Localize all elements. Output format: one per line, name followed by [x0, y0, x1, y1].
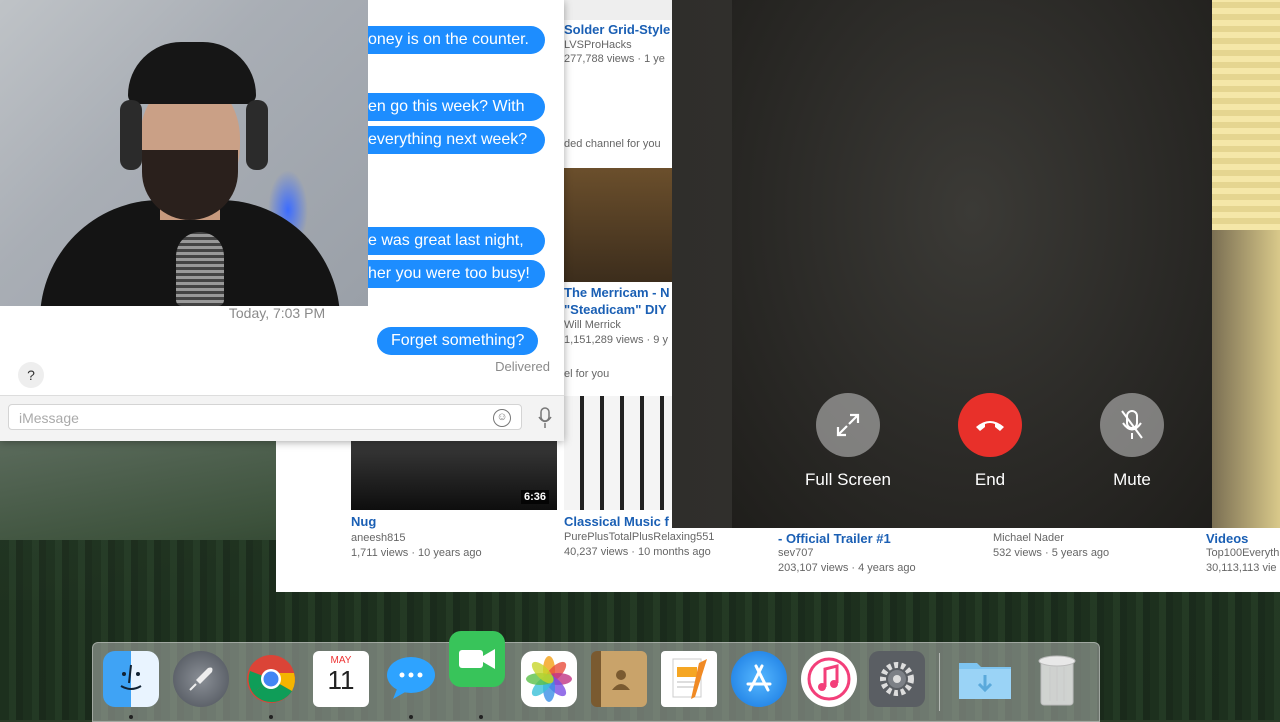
- headphone-left: [120, 100, 142, 170]
- end-call-button[interactable]: [958, 393, 1022, 457]
- mute-label: Mute: [1113, 470, 1151, 489]
- message-bubble: oney is on the counter.: [368, 26, 545, 54]
- video-card[interactable]: 6:36 Nug aneesh815 1,711 views · 10 year…: [351, 440, 557, 565]
- contacts-icon[interactable]: [591, 651, 647, 707]
- fullscreen-button[interactable]: [816, 393, 880, 457]
- microphone-icon[interactable]: [538, 407, 552, 429]
- video-thumbnail[interactable]: [564, 396, 674, 510]
- system-preferences-icon[interactable]: [869, 651, 925, 707]
- dock-divider: [939, 653, 940, 711]
- help-button[interactable]: ?: [18, 362, 44, 388]
- fullscreen-control[interactable]: Full Screen: [793, 393, 903, 490]
- phone-hangup-icon: [976, 421, 1004, 431]
- video-card[interactable]: The Merricam - N "Steadicam" DIY Will Me…: [564, 168, 684, 388]
- chrome-icon[interactable]: [243, 651, 299, 707]
- video-channel[interactable]: Top100Everyth: [1206, 546, 1279, 561]
- recommendation-text: ded channel for you: [564, 138, 661, 150]
- video-title[interactable]: Classical Music f: [564, 514, 669, 529]
- trash-icon[interactable]: [1029, 651, 1085, 707]
- video-meta: 1,711 views · 10 years ago: [351, 547, 482, 559]
- facetime-icon[interactable]: [449, 631, 505, 687]
- headphone-right: [246, 100, 268, 170]
- emoji-icon[interactable]: ☺: [493, 409, 511, 427]
- message-bubble: e was great last night,: [368, 227, 545, 255]
- facetime-window: Full Screen End Mute: [672, 0, 1280, 528]
- person-cap: [128, 42, 256, 104]
- video-meta: 203,107 views · 4 years ago: [778, 562, 916, 574]
- video-meta: 40,237 views · 10 months ago: [564, 546, 711, 558]
- video-channel[interactable]: sev707: [778, 546, 813, 561]
- message-bubble: en go this week? With: [368, 93, 545, 121]
- calendar-icon[interactable]: MAY 11: [313, 651, 369, 707]
- downloads-folder-icon[interactable]: [957, 651, 1013, 707]
- video-title-line2[interactable]: "Steadicam" DIY: [564, 302, 667, 317]
- running-indicator: [269, 715, 273, 719]
- finder-icon[interactable]: [103, 651, 159, 707]
- message-bubble: everything next week?: [368, 126, 545, 154]
- video-title[interactable]: - Official Trailer #1: [778, 531, 891, 546]
- video-thumbnail[interactable]: [564, 168, 674, 282]
- end-call-control[interactable]: End: [935, 393, 1045, 490]
- video-card[interactable]: - Official Trailer #1 sev707 203,107 vie…: [778, 530, 978, 580]
- expand-icon: [836, 413, 860, 437]
- itunes-icon[interactable]: [801, 651, 857, 707]
- video-thumbnail[interactable]: 6:36: [351, 440, 557, 510]
- mute-button[interactable]: [1100, 393, 1164, 457]
- video-channel[interactable]: Michael Nader: [993, 531, 1064, 546]
- video-title[interactable]: The Merricam - N: [564, 285, 669, 300]
- video-title[interactable]: Nug: [351, 514, 376, 529]
- video-meta: 532 views · 5 years ago: [993, 547, 1110, 559]
- video-card[interactable]: Videos Top100Everyth 30,113,113 vie: [1206, 530, 1280, 580]
- launchpad-icon[interactable]: [173, 651, 229, 707]
- running-indicator: [409, 715, 413, 719]
- dock: MAY 11: [92, 631, 1100, 722]
- video-title[interactable]: Solder Grid-Style: [564, 22, 670, 37]
- video-title[interactable]: Videos: [1206, 531, 1248, 546]
- studio-microphone: [176, 232, 224, 306]
- app-store-icon[interactable]: [731, 651, 787, 707]
- video-duration: 6:36: [520, 490, 549, 504]
- recommendation-text: el for you: [564, 368, 610, 380]
- video-meta: 277,788 views · 1 ye: [564, 53, 665, 65]
- video-channel[interactable]: PurePlusTotalPlusRelaxing551: [564, 530, 714, 545]
- delivery-status: Delivered: [495, 359, 550, 374]
- photos-icon[interactable]: [521, 651, 577, 707]
- calendar-day: 11: [327, 665, 355, 695]
- video-channel[interactable]: aneesh815: [351, 531, 405, 546]
- message-timestamp: Today, 7:03 PM: [228, 305, 326, 321]
- video-card[interactable]: Solder Grid-Style LVSProHacks 277,788 vi…: [564, 0, 684, 150]
- imessage-input[interactable]: iMessage: [8, 404, 522, 430]
- video-meta: 1,151,289 views · 9 y: [564, 334, 668, 346]
- running-indicator: [129, 715, 133, 719]
- video-thumbnail[interactable]: [564, 0, 674, 20]
- webcam-feed: [0, 0, 368, 306]
- pages-icon[interactable]: [661, 651, 717, 707]
- message-input-bar: iMessage ☺: [0, 395, 564, 441]
- video-meta: 30,113,113 vie: [1206, 562, 1277, 574]
- microphone-off-icon: [1121, 410, 1143, 439]
- video-channel[interactable]: Will Merrick: [564, 318, 621, 333]
- running-indicator: [479, 715, 483, 719]
- video-card[interactable]: Michael Nader 532 views · 5 years ago: [993, 530, 1173, 570]
- end-label: End: [974, 470, 1006, 489]
- messages-icon[interactable]: [383, 651, 439, 707]
- mute-control[interactable]: Mute: [1077, 393, 1187, 490]
- message-bubble-last: Forget something?: [377, 327, 539, 355]
- fullscreen-label: Full Screen: [805, 470, 891, 489]
- video-channel[interactable]: LVSProHacks: [564, 38, 632, 53]
- message-bubble: her you were too busy!: [368, 260, 545, 288]
